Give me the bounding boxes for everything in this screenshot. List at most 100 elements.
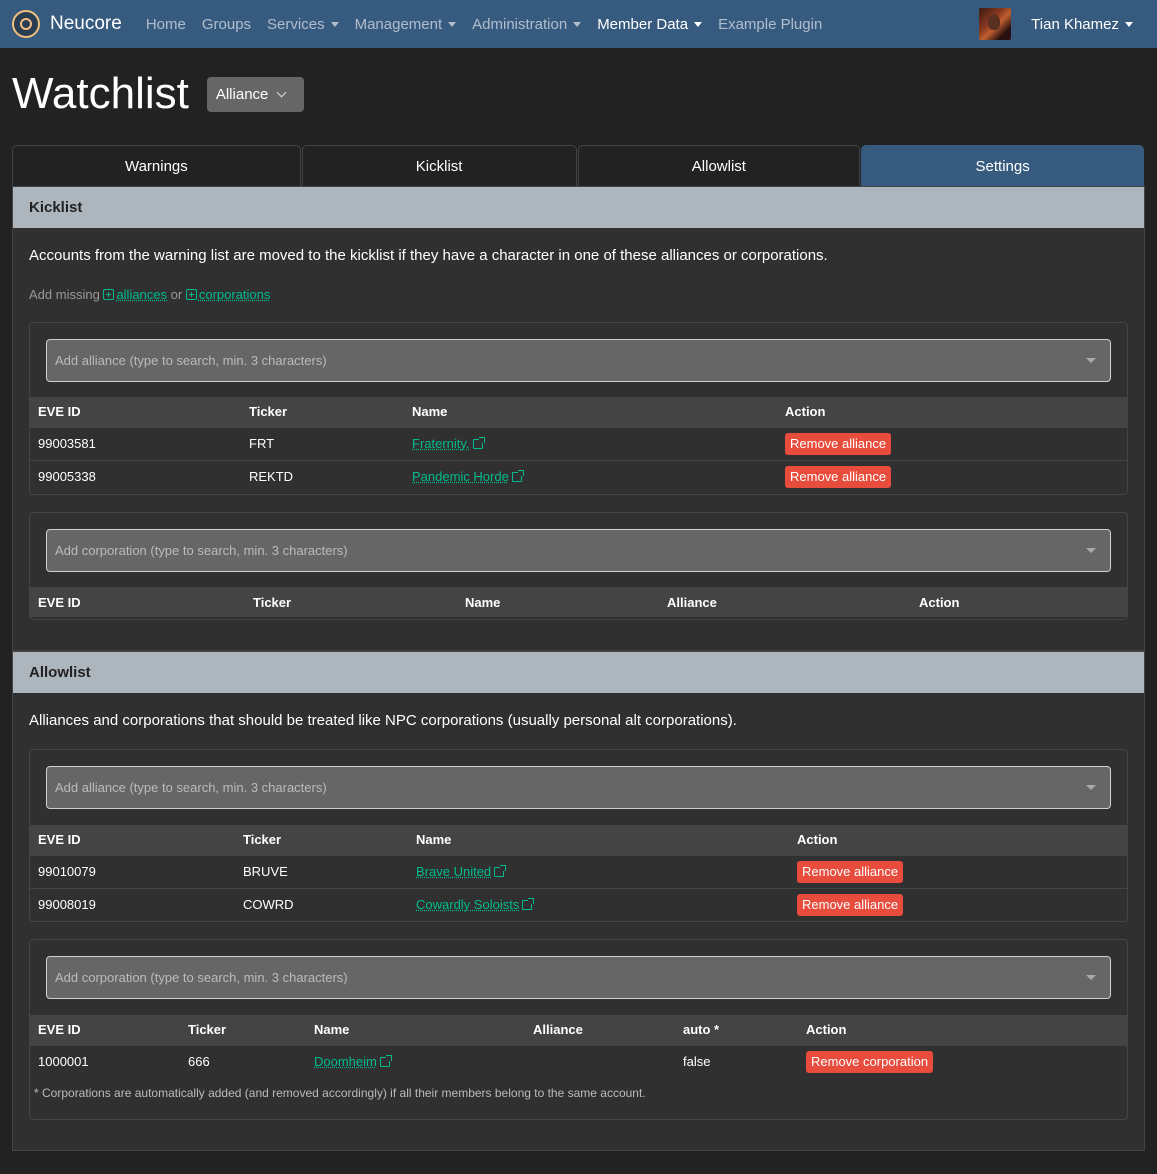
corporation-link[interactable]: Doomheim — [314, 1054, 392, 1069]
allowlist-alliance-table: EVE ID Ticker Name Action 99010079 BRUVE… — [30, 825, 1127, 921]
col-name: Name — [306, 1015, 525, 1045]
table-row: 99010079 BRUVE Brave United Remove allia… — [30, 854, 1127, 888]
caret-down-icon — [1125, 21, 1133, 27]
remove-alliance-button[interactable]: Remove alliance — [797, 893, 904, 916]
cell-name: Pandemic Horde — [404, 459, 777, 493]
col-action: Action — [798, 1015, 1127, 1045]
nav-services-dropdown[interactable]: Services — [259, 0, 347, 48]
watchlist-select[interactable]: Alliance — [206, 76, 304, 112]
cell-eve-id: 99010079 — [30, 854, 235, 888]
cell-ticker: 666 — [180, 1044, 306, 1078]
alliance-link-label: Fraternity. — [412, 436, 470, 451]
or-label: or — [170, 287, 183, 302]
allowlist-header: Allowlist — [13, 652, 1144, 693]
col-alliance: Alliance — [525, 1015, 675, 1045]
cell-eve-id: 99005338 — [30, 459, 241, 493]
tab-kicklist[interactable]: Kicklist — [301, 145, 577, 187]
alliance-link[interactable]: Brave United — [416, 864, 507, 879]
alliance-link-label: Cowardly Soloists — [416, 897, 520, 913]
brand[interactable]: Neucore — [12, 10, 122, 38]
placeholder-text: Add alliance (type to search, min. 3 cha… — [55, 780, 327, 795]
table-row: 99003581 FRT Fraternity. Remove alliance — [30, 426, 1127, 460]
nav-administration-dropdown[interactable]: Administration — [464, 0, 589, 48]
neucore-logo-icon — [12, 10, 40, 38]
cell-eve-id: 99003581 — [30, 426, 241, 460]
external-link-icon — [379, 1055, 392, 1068]
plus-square-icon — [103, 289, 115, 300]
navbar: Neucore Home Groups Services Management … — [0, 0, 1157, 48]
cell-name: Brave United — [408, 854, 789, 888]
col-eve-id: EVE ID — [30, 397, 241, 427]
caret-down-icon — [1086, 975, 1096, 980]
col-auto: auto * — [675, 1015, 798, 1045]
add-missing-text: Add missing alliances or corporations — [13, 287, 286, 302]
nav-groups[interactable]: Groups — [194, 0, 259, 48]
caret-down-icon — [1086, 548, 1096, 553]
cell-auto: false — [675, 1044, 798, 1078]
kicklist-card: Kicklist Accounts from the warning list … — [12, 186, 1145, 651]
add-missing-alliances-link[interactable]: alliances — [103, 287, 167, 302]
remove-alliance-button[interactable]: Remove alliance — [797, 860, 904, 883]
user-menu-dropdown[interactable]: Tian Khamez — [1031, 16, 1133, 33]
kicklist-add-corporation-input[interactable]: Add corporation (type to search, min. 3 … — [46, 529, 1111, 572]
kicklist-header: Kicklist — [13, 187, 1144, 228]
col-ticker: Ticker — [245, 587, 457, 617]
caret-down-icon — [1086, 785, 1096, 790]
col-ticker: Ticker — [235, 825, 408, 855]
external-link-icon — [494, 865, 507, 877]
cell-action: Remove alliance — [777, 426, 1127, 460]
caret-down-icon — [694, 21, 703, 27]
cell-eve-id: 1000001 — [30, 1044, 180, 1078]
alliance-link[interactable]: Fraternity. — [412, 436, 485, 451]
alliance-link[interactable]: Cowardly Soloists — [416, 897, 535, 913]
cell-action: Remove alliance — [789, 854, 1127, 888]
watchlist-select-value: Alliance — [215, 85, 269, 103]
col-eve-id: EVE ID — [30, 587, 245, 617]
allowlist-card: Allowlist Alliances and corporations tha… — [12, 651, 1145, 1151]
allowlist-add-alliance-input[interactable]: Add alliance (type to search, min. 3 cha… — [46, 766, 1111, 809]
nav-home[interactable]: Home — [138, 0, 194, 48]
allowlist-corporation-panel: Add corporation (type to search, min. 3 … — [29, 939, 1128, 1120]
user-name: Tian Khamez — [1031, 15, 1119, 33]
caret-down-icon — [330, 21, 339, 27]
tabs: Warnings Kicklist Allowlist Settings — [12, 145, 1145, 187]
allowlist-add-corporation-input[interactable]: Add corporation (type to search, min. 3 … — [46, 956, 1111, 999]
col-action: Action — [789, 825, 1127, 855]
col-action: Action — [777, 397, 1127, 427]
col-name: Name — [457, 587, 659, 617]
kicklist-add-alliance-input[interactable]: Add alliance (type to search, min. 3 cha… — [46, 339, 1111, 382]
nav-member-data-label: Member Data — [597, 15, 689, 33]
nav-example-plugin[interactable]: Example Plugin — [710, 0, 830, 48]
col-name: Name — [404, 397, 777, 427]
add-missing-label: Add missing — [29, 287, 100, 302]
remove-alliance-button[interactable]: Remove alliance — [785, 432, 892, 455]
nav-member-data-dropdown[interactable]: Member Data — [589, 0, 710, 48]
nav-management-dropdown[interactable]: Management — [347, 0, 465, 48]
caret-down-icon — [448, 21, 457, 27]
kicklist-corporation-panel: Add corporation (type to search, min. 3 … — [29, 512, 1128, 620]
external-link-icon — [472, 437, 485, 449]
plus-square-icon — [185, 289, 197, 300]
tab-allowlist[interactable]: Allowlist — [577, 145, 861, 187]
allowlist-alliance-panel: Add alliance (type to search, min. 3 cha… — [29, 749, 1128, 922]
caret-down-icon — [1086, 358, 1096, 363]
col-eve-id: EVE ID — [30, 825, 235, 855]
cell-ticker: BRUVE — [235, 854, 408, 888]
external-link-icon — [511, 470, 524, 483]
tab-settings[interactable]: Settings — [861, 145, 1144, 187]
placeholder-text: Add alliance (type to search, min. 3 cha… — [55, 353, 327, 368]
remove-corporation-button[interactable]: Remove corporation — [806, 1050, 934, 1073]
table-row: 99008019 COWRD Cowardly Soloists Remove … — [30, 887, 1127, 921]
col-eve-id: EVE ID — [30, 1015, 180, 1045]
add-missing-corporations-link[interactable]: corporations — [185, 287, 270, 302]
cell-eve-id: 99008019 — [30, 887, 235, 921]
table-row: 1000001 666 Doomheim false Remove corpor… — [30, 1044, 1127, 1078]
placeholder-text: Add corporation (type to search, min. 3 … — [55, 970, 348, 985]
tab-warnings[interactable]: Warnings — [12, 145, 301, 187]
alliance-link-label: Pandemic Horde — [412, 469, 509, 485]
col-action: Action — [911, 587, 1127, 617]
kicklist-alliance-table: EVE ID Ticker Name Action 99003581 FRT F… — [30, 397, 1127, 493]
alliance-link[interactable]: Pandemic Horde — [412, 469, 524, 485]
remove-alliance-button[interactable]: Remove alliance — [785, 465, 892, 488]
kicklist-corporation-table: EVE ID Ticker Name Alliance Action — [30, 587, 1127, 617]
